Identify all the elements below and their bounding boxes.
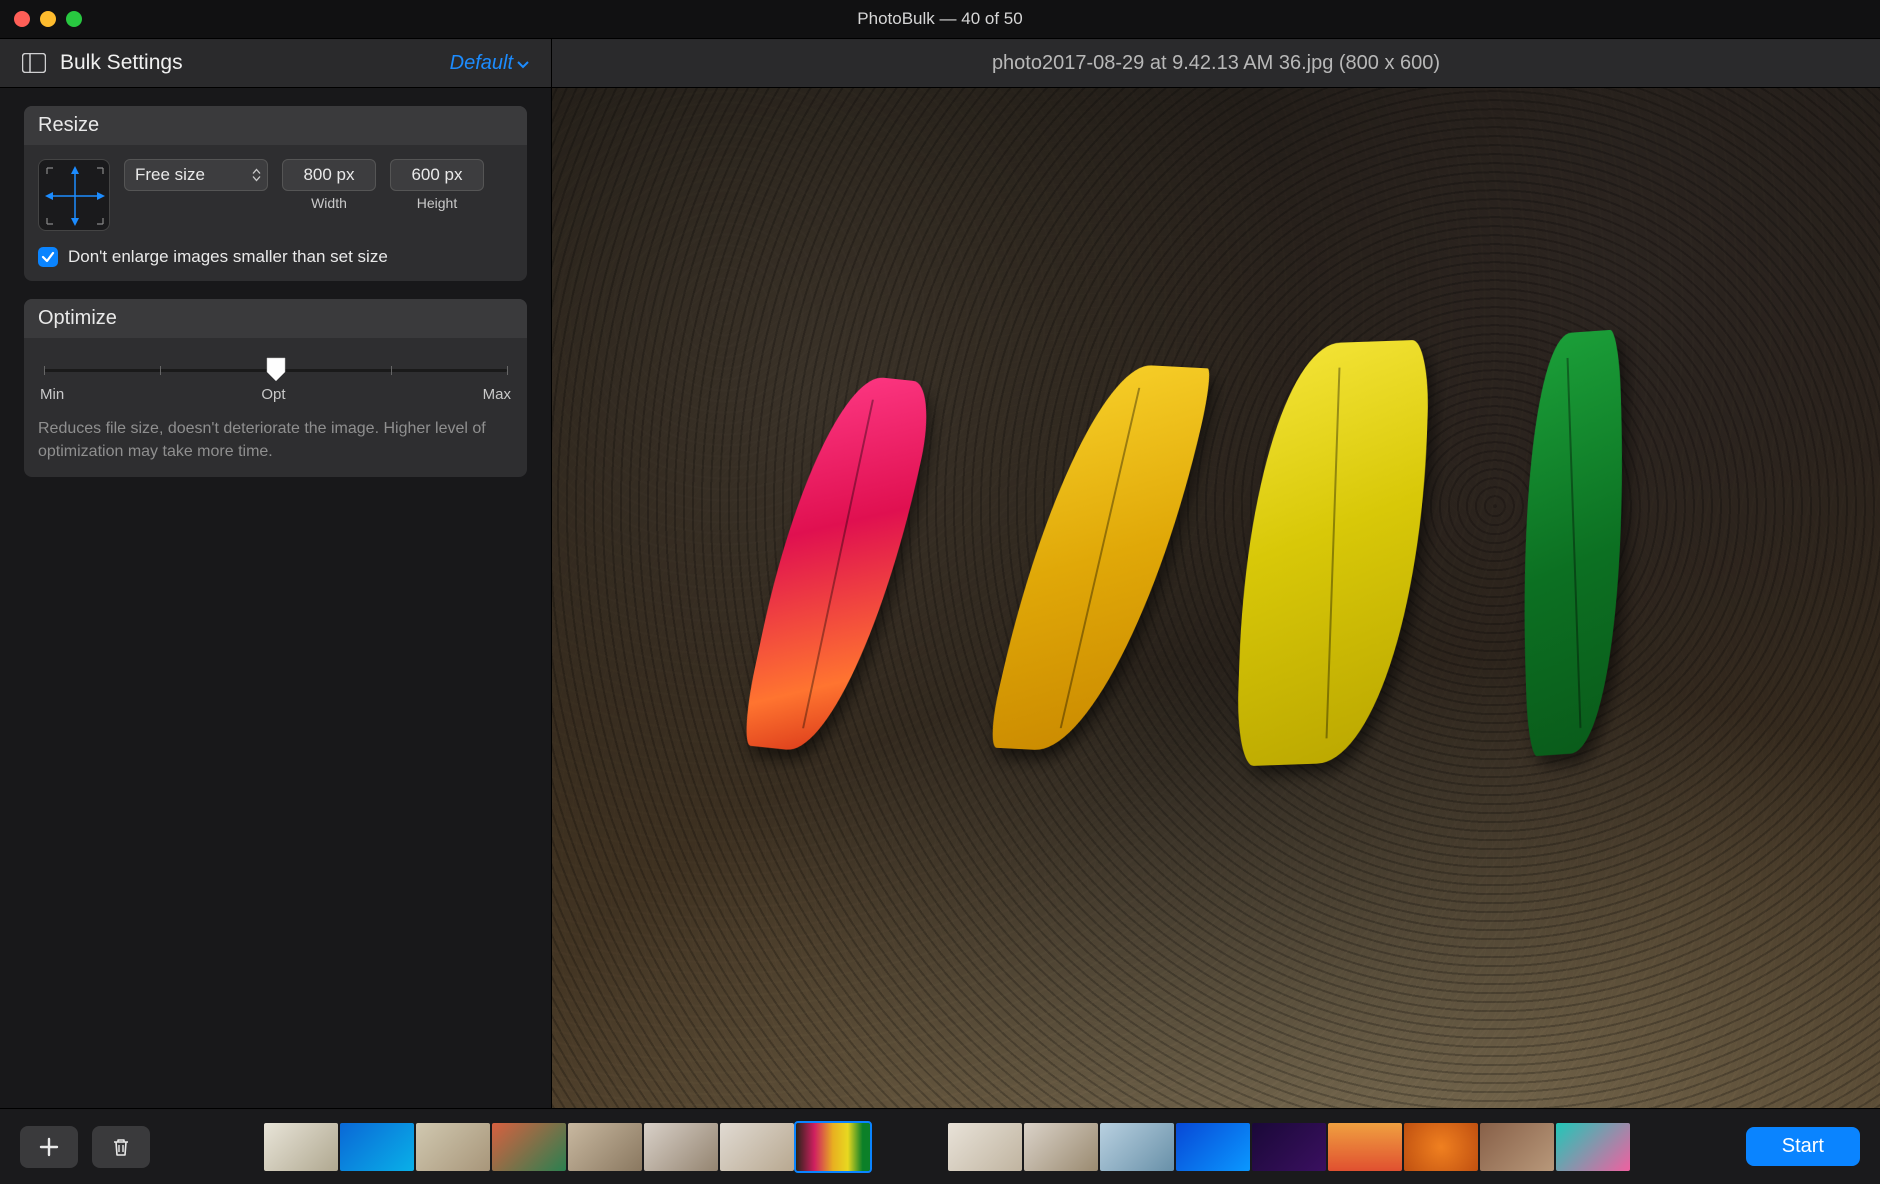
thumbnail[interactable] xyxy=(416,1123,490,1171)
optimize-slider[interactable] xyxy=(44,358,507,382)
chevron-down-icon xyxy=(517,52,529,75)
add-button[interactable] xyxy=(20,1126,78,1168)
width-input[interactable]: 800 px xyxy=(282,159,376,191)
thumbnail-strip xyxy=(264,1123,1630,1171)
titlebar: PhotoBulk — 40 of 50 xyxy=(0,0,1880,38)
slider-opt-label: Opt xyxy=(261,386,285,403)
resize-heading: Resize xyxy=(24,106,527,145)
thumbnail[interactable] xyxy=(1404,1123,1478,1171)
thumbnail[interactable] xyxy=(492,1123,566,1171)
thumbnail[interactable] xyxy=(568,1123,642,1171)
thumbnail-gap xyxy=(872,1123,946,1171)
close-window-button[interactable] xyxy=(14,11,30,27)
zoom-window-button[interactable] xyxy=(66,11,82,27)
updown-caret-icon xyxy=(252,169,261,182)
optimize-panel: Optimize xyxy=(24,299,527,477)
thumbnail[interactable] xyxy=(1176,1123,1250,1171)
slider-min-label: Min xyxy=(40,386,64,403)
thumbnail[interactable] xyxy=(1328,1123,1402,1171)
sidebar: Resize xyxy=(0,88,552,1108)
thumbnail-selected[interactable] xyxy=(796,1123,870,1171)
thumbnail[interactable] xyxy=(1100,1123,1174,1171)
slider-thumb[interactable] xyxy=(265,356,287,382)
slider-max-label: Max xyxy=(483,386,511,403)
width-label: Width xyxy=(311,195,347,211)
start-button[interactable]: Start xyxy=(1746,1127,1860,1166)
file-info: photo2017-08-29 at 9.42.13 AM 36.jpg (80… xyxy=(992,52,1440,75)
resize-panel: Resize xyxy=(24,106,527,281)
resize-mode-value: Free size xyxy=(135,165,205,185)
sidebar-title: Bulk Settings xyxy=(60,51,436,75)
footer: Start xyxy=(0,1108,1880,1184)
thumbnail[interactable] xyxy=(340,1123,414,1171)
dont-enlarge-label: Don't enlarge images smaller than set si… xyxy=(68,247,388,267)
thumbnail[interactable] xyxy=(644,1123,718,1171)
thumbnail[interactable] xyxy=(264,1123,338,1171)
delete-button[interactable] xyxy=(92,1126,150,1168)
window-title: PhotoBulk — 40 of 50 xyxy=(0,9,1880,29)
thumbnail[interactable] xyxy=(1252,1123,1326,1171)
optimize-heading: Optimize xyxy=(24,299,527,338)
optimize-description: Reduces file size, doesn't deteriorate t… xyxy=(38,417,513,463)
sidebar-toggle-icon[interactable] xyxy=(22,53,46,73)
preset-dropdown[interactable]: Default xyxy=(450,52,529,75)
image-preview xyxy=(552,88,1880,1108)
dont-enlarge-checkbox[interactable] xyxy=(38,247,58,267)
header: Bulk Settings Default photo2017-08-29 at… xyxy=(0,38,1880,88)
height-input[interactable]: 600 px xyxy=(390,159,484,191)
height-label: Height xyxy=(417,195,457,211)
resize-mode-select[interactable]: Free size xyxy=(124,159,268,191)
thumbnail[interactable] xyxy=(1024,1123,1098,1171)
minimize-window-button[interactable] xyxy=(40,11,56,27)
thumbnail[interactable] xyxy=(1480,1123,1554,1171)
thumbnail[interactable] xyxy=(948,1123,1022,1171)
preset-label: Default xyxy=(450,52,513,75)
thumbnail[interactable] xyxy=(720,1123,794,1171)
window-controls xyxy=(0,11,82,27)
thumbnail[interactable] xyxy=(1556,1123,1630,1171)
resize-mode-icon[interactable] xyxy=(38,159,110,231)
